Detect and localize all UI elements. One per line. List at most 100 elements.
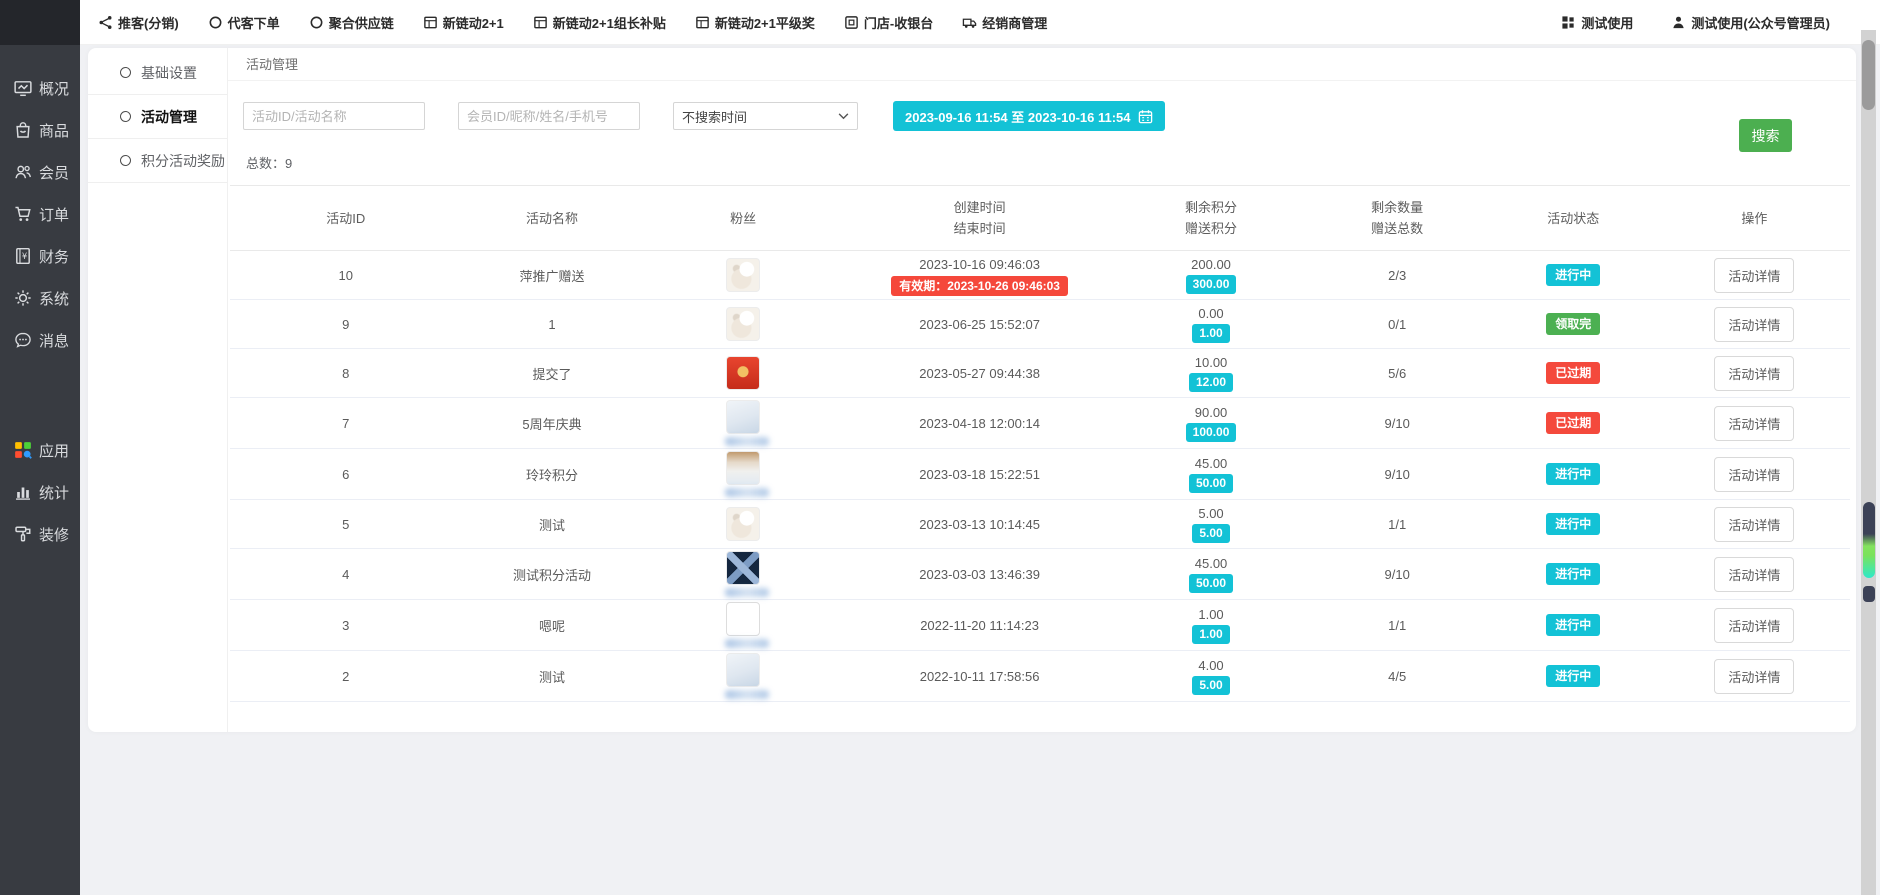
fan-avatar	[726, 653, 760, 687]
activity-detail-button[interactable]: 活动详情	[1714, 557, 1794, 592]
activity-detail-button[interactable]: 活动详情	[1714, 307, 1794, 342]
topnav-item-pingji[interactable]: 新链动2+1平级奖	[695, 13, 815, 32]
submenu-item-label: 积分活动奖励	[141, 151, 225, 171]
avatar-caption-blur	[725, 437, 769, 446]
topnav-item-daike[interactable]: 代客下单	[208, 13, 280, 32]
sidebar-item-goods[interactable]: 商品	[0, 109, 80, 151]
status-badge: 领取完	[1546, 313, 1600, 335]
calendar-icon	[1138, 109, 1153, 124]
svg-text:¥: ¥	[22, 251, 28, 261]
gift-points-badge: 100.00	[1186, 423, 1237, 442]
submenu-item-activity-management[interactable]: 活动管理	[88, 95, 227, 139]
sidebar-item-orders[interactable]: 订单	[0, 193, 80, 235]
action-cell: 活动详情	[1659, 500, 1850, 549]
action-cell: 活动详情	[1659, 251, 1850, 300]
page-scrollbar-track[interactable]	[1861, 30, 1876, 895]
topnav-item-zuzhang[interactable]: 新链动2+1组长补贴	[533, 13, 666, 32]
activity-detail-button[interactable]: 活动详情	[1714, 659, 1794, 694]
fan-avatar	[726, 551, 760, 585]
time-cell: 2022-10-11 17:58:56	[844, 651, 1116, 702]
remaining-count: 4/5	[1388, 669, 1406, 684]
activity-detail-button[interactable]: 活动详情	[1714, 608, 1794, 643]
topnav-item-juhe[interactable]: 聚合供应链	[309, 13, 394, 32]
gift-points-badge: 1.00	[1192, 324, 1229, 343]
remaining-points: 90.00	[1119, 405, 1302, 420]
time-filter-value: 不搜索时间	[682, 107, 747, 126]
status-cell: 已过期	[1488, 349, 1659, 398]
sidebar-item-finance[interactable]: ¥ 财务	[0, 235, 80, 277]
submenu-item-points-reward[interactable]: 积分活动奖励	[88, 139, 227, 183]
topnav-item-mendian[interactable]: 门店-收银台	[844, 13, 933, 32]
sidebar-item-label: 应用	[39, 440, 69, 461]
panel-icon	[423, 15, 438, 30]
sidebar-item-overview[interactable]: 概况	[0, 67, 80, 109]
sidebar-item-system[interactable]: 系统	[0, 277, 80, 319]
status-cell: 进行中	[1488, 600, 1659, 651]
topnav-item-label: 推客(分销)	[118, 13, 179, 32]
remaining-points: 200.00	[1119, 257, 1302, 272]
activity-search-input[interactable]	[243, 102, 425, 130]
activity-id-cell: 9	[230, 300, 461, 349]
submenu-item-basic-settings[interactable]: 基础设置	[88, 51, 227, 95]
radio-circle-icon	[120, 155, 131, 166]
time-cell: 2023-03-13 10:14:45	[844, 500, 1116, 549]
decorate-icon	[14, 525, 32, 543]
gift-points-badge: 12.00	[1189, 373, 1233, 392]
created-time: 2023-05-27 09:44:38	[848, 364, 1112, 383]
topnav-item-label: 代客下单	[228, 13, 280, 32]
date-range-button[interactable]: 2023-09-16 11:54 至 2023-10-16 11:54	[893, 101, 1165, 131]
time-cell: 2023-04-18 12:00:14	[844, 398, 1116, 449]
header-created-time: 创建时间结束时间	[844, 186, 1116, 251]
total-count-line: 总数：9	[246, 153, 1856, 172]
table-row: 5 测试 2023-03-13 10:14:45 5.00 5.00 1/1 进…	[230, 500, 1850, 549]
topnav-item-jingxiaoshang[interactable]: 经销商管理	[962, 13, 1047, 32]
topnav-item-label: 新链动2+1	[443, 13, 504, 32]
time-filter-select[interactable]: 不搜索时间	[673, 102, 858, 130]
points-cell: 45.00 50.00	[1115, 549, 1306, 600]
activity-id-cell: 7	[230, 398, 461, 449]
activity-detail-button[interactable]: 活动详情	[1714, 507, 1794, 542]
sidebar-item-label: 订单	[39, 204, 69, 225]
table-row: 2 测试 2022-10-11 17:58:56 4.00 5.00 4/5 进…	[230, 651, 1850, 702]
activity-detail-button[interactable]: 活动详情	[1714, 258, 1794, 293]
sidebar-item-apps[interactable]: 应用	[0, 429, 80, 471]
gift-points-badge: 50.00	[1189, 574, 1233, 593]
count-cell: 5/6	[1307, 349, 1488, 398]
search-button[interactable]: 搜索	[1739, 119, 1792, 152]
time-cell: 2023-06-25 15:52:07	[844, 300, 1116, 349]
sidebar-item-decorate[interactable]: 装修	[0, 513, 80, 555]
fan-cell	[643, 600, 844, 651]
header-remaining-count: 剩余数量赠送总数	[1307, 186, 1488, 251]
activity-detail-button[interactable]: 活动详情	[1714, 356, 1794, 391]
header-remaining-points: 剩余积分赠送积分	[1115, 186, 1306, 251]
time-cell: 2023-03-18 15:22:51	[844, 449, 1116, 500]
activity-detail-button[interactable]: 活动详情	[1714, 457, 1794, 492]
sidebar-item-stats[interactable]: 统计	[0, 471, 80, 513]
topbar-right-group: 测试使用 测试使用(公众号管理员)	[1561, 13, 1830, 32]
topnav-item-liandong[interactable]: 新链动2+1	[423, 13, 504, 32]
topbar-workspace[interactable]: 测试使用	[1561, 13, 1633, 32]
time-cell: 2023-10-16 09:46:03 有效期：2023-10-26 09:46…	[844, 251, 1116, 300]
member-search-input[interactable]	[458, 102, 640, 130]
header-status: 活动状态	[1488, 186, 1659, 251]
topbar-account[interactable]: 测试使用(公众号管理员)	[1671, 13, 1830, 32]
topnav-item-tuike[interactable]: 推客(分销)	[98, 13, 179, 32]
sidebar-item-label: 消息	[39, 330, 69, 351]
stats-icon	[14, 483, 32, 501]
remaining-count: 0/1	[1388, 317, 1406, 332]
scrollbar-thumb[interactable]	[1862, 40, 1875, 110]
submenu-panel: 基础设置 活动管理 积分活动奖励	[88, 48, 228, 732]
share-icon	[98, 15, 113, 30]
activity-detail-button[interactable]: 活动详情	[1714, 406, 1794, 441]
status-badge: 进行中	[1546, 513, 1600, 535]
status-cell: 进行中	[1488, 500, 1659, 549]
action-cell: 活动详情	[1659, 651, 1850, 702]
sidebar-item-messages[interactable]: 消息	[0, 319, 80, 361]
sidebar-item-label: 装修	[39, 524, 69, 545]
topnav-item-label: 新链动2+1组长补贴	[553, 13, 666, 32]
sidebar-item-members[interactable]: 会员	[0, 151, 80, 193]
fan-avatar	[726, 602, 760, 636]
count-cell: 0/1	[1307, 300, 1488, 349]
submenu-item-label: 活动管理	[141, 107, 197, 127]
time-cell: 2022-11-20 11:14:23	[844, 600, 1116, 651]
